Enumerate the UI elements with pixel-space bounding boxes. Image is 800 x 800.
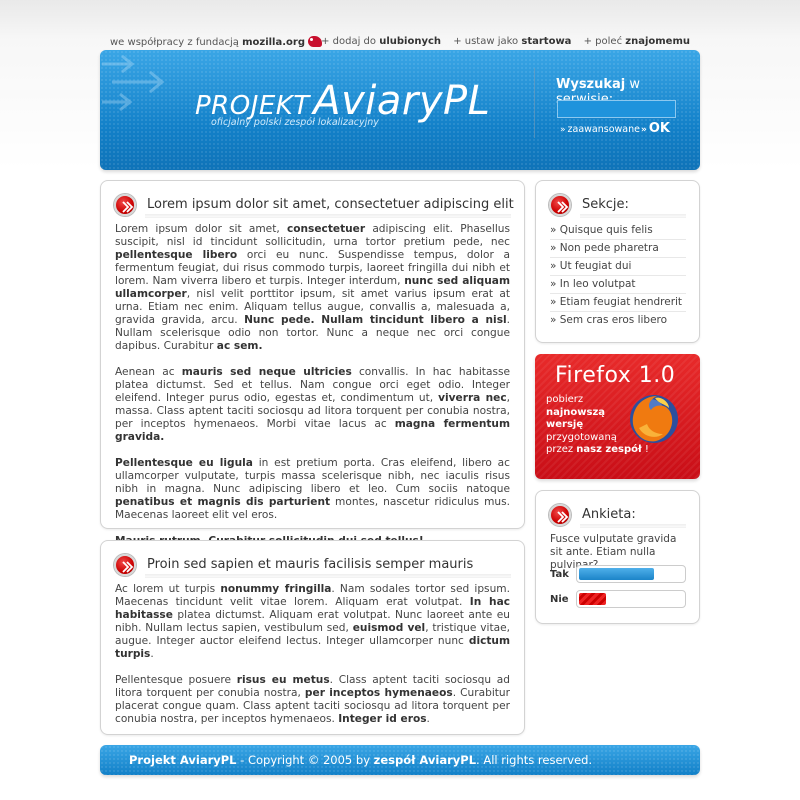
sidebar-item[interactable]: » In leo volutpat: [550, 276, 686, 294]
sidebar-item[interactable]: » Sem cras eros libero: [550, 312, 686, 330]
red-arrow-icon: [114, 554, 136, 576]
article-box-1: Lorem ipsum dolor sit amet, consectetuer…: [100, 180, 525, 547]
article-paragraph: Pellentesque eu ligula in est pretium po…: [115, 457, 510, 521]
red-arrow-icon: [114, 194, 136, 216]
poll-option-label: Tak: [550, 569, 569, 580]
poll-option-label: Nie: [550, 594, 569, 605]
title-underline: [145, 574, 511, 578]
title-underline: [580, 214, 686, 218]
sidebar-item[interactable]: » Etiam feugiat hendrerit: [550, 294, 686, 312]
sidebar-item[interactable]: » Quisque quis felis: [550, 222, 686, 240]
poll-bar-track: [576, 565, 686, 583]
firefox-logo-icon: [630, 395, 678, 443]
poll-title: Ankieta:: [582, 507, 636, 522]
footer-team-name[interactable]: zespół AviaryPL: [374, 753, 476, 767]
partner-prefix: we współpracy z fundacją: [110, 37, 239, 48]
set-as-homepage-link[interactable]: + ustaw jako startowa: [453, 36, 571, 47]
article-body: Lorem ipsum dolor sit amet, consectetuer…: [115, 223, 510, 561]
title-underline: [145, 214, 511, 218]
article-title[interactable]: Lorem ipsum dolor sit amet, consectetuer…: [147, 197, 514, 212]
title-underline: [580, 524, 686, 528]
footer-site-name[interactable]: Projekt AviaryPL: [129, 753, 237, 767]
search-ok-button[interactable]: » OK: [641, 121, 670, 136]
double-chevron-icon: »: [641, 125, 647, 135]
poll-bar-fill: [579, 593, 607, 605]
article-title[interactable]: Proin sed sapien et mauris facilisis sem…: [147, 557, 473, 572]
red-arrow-icon: [549, 194, 571, 216]
firefox-promo-banner[interactable]: Firefox 1.0 pobierz najnowszą wersję prz…: [535, 354, 700, 479]
add-to-favorites-link[interactable]: + dodaj do ulubionych: [321, 36, 441, 47]
poll-option-yes[interactable]: Tak: [550, 565, 690, 585]
site-footer: Projekt AviaryPL - Copyright © 2005 by z…: [100, 745, 700, 775]
article-paragraph: Pellentesque posuere risus eu metus. Cla…: [115, 674, 511, 725]
sidebar-item[interactable]: » Non pede pharetra: [550, 240, 686, 258]
article-paragraph: Lorem ipsum dolor sit amet, consectetuer…: [115, 223, 510, 352]
mozilla-link[interactable]: mozilla.org: [242, 37, 305, 48]
top-links: + dodaj do ulubionych + ustaw jako start…: [312, 36, 690, 47]
article-paragraph: Ac lorem ut turpis nonummy fringilla. Na…: [115, 583, 510, 660]
search-input[interactable]: [557, 100, 676, 118]
article-box-2: Proin sed sapien et mauris facilisis sem…: [100, 540, 525, 735]
header-divider: [534, 68, 535, 138]
sections-box: Sekcje: » Quisque quis felis » Non pede …: [535, 180, 700, 343]
poll-bar-track: [576, 590, 686, 608]
poll-option-no[interactable]: Nie: [550, 590, 690, 610]
sections-list: » Quisque quis felis » Non pede pharetra…: [550, 222, 686, 330]
site-header: PROJEKT AviaryPL oficjalny polski zespół…: [100, 50, 700, 170]
double-chevron-icon: »: [560, 125, 565, 135]
recommend-to-friend-link[interactable]: + poleć znajomemu: [584, 36, 690, 47]
article-paragraph: Aenean ac mauris sed neque ultricies con…: [115, 366, 510, 443]
red-arrow-icon: [549, 504, 571, 526]
firefox-promo-title: Firefox 1.0: [555, 363, 676, 388]
sections-title: Sekcje:: [582, 197, 629, 212]
partner-note: we współpracy z fundacją mozilla.org: [110, 36, 322, 48]
poll-box: Ankieta: Fusce vulputate gravida sit ant…: [535, 490, 700, 624]
top-bar: we współpracy z fundacją mozilla.org + d…: [110, 36, 690, 50]
sidebar-item[interactable]: » Ut feugiat dui: [550, 258, 686, 276]
decorative-arrows-icon: [102, 54, 165, 112]
site-tagline: oficjalny polski zespół lokalizacyjny: [211, 117, 379, 128]
poll-bar-fill: [579, 568, 654, 580]
advanced-search-link[interactable]: » zaawansowane: [560, 124, 640, 135]
article-body: Ac lorem ut turpis nonummy fringilla. Na…: [115, 583, 510, 739]
